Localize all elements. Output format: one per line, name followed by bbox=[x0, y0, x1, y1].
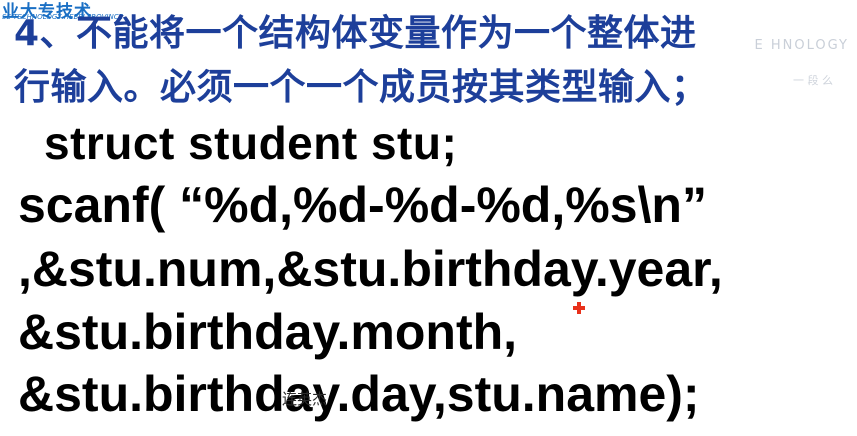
slide-heading-line-1: 4、不能将一个结构体变量作为一个整体进 bbox=[14, 13, 697, 54]
viewer-name-tag: 连英杰 bbox=[282, 390, 328, 408]
laser-pointer-marker bbox=[573, 302, 585, 314]
code-line-1: struct student stu; bbox=[44, 117, 458, 169]
code-line-5: &stu.birthday.day,stu.name); bbox=[18, 366, 700, 422]
lecture-slide: 业大专技术 SE TECHNOLOGY HEBEI PROVINCE E HNO… bbox=[0, 0, 857, 436]
faint-watermark-text: E HNOLOGY bbox=[754, 38, 849, 53]
code-line-2: scanf( “%d,%d-%d-%d,%s\n” bbox=[18, 177, 707, 233]
code-line-4: &stu.birthday.month, bbox=[18, 304, 518, 360]
faint-watermark-text-2: 一 段 么 bbox=[793, 74, 833, 87]
slide-heading-line-2: 行输入。必须一个一个成员按其类型输入； bbox=[14, 67, 708, 108]
code-line-3: ,&stu.num,&stu.birthday.year, bbox=[18, 241, 723, 297]
